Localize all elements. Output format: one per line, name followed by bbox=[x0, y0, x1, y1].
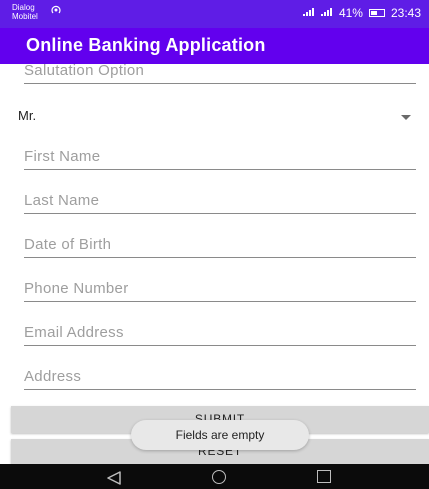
date-of-birth-input[interactable]: Date of Birth bbox=[24, 222, 416, 258]
salutation-value: Mr. bbox=[18, 108, 37, 123]
address-placeholder: Address bbox=[24, 368, 82, 385]
status-right: 41% 23:43 bbox=[302, 6, 421, 20]
signal-icon bbox=[320, 7, 335, 19]
signal-icon bbox=[302, 7, 317, 19]
salutation-option-label: Salutation Option bbox=[24, 62, 145, 79]
toast-message: Fields are empty bbox=[175, 428, 265, 442]
recent-apps-icon[interactable] bbox=[317, 470, 331, 483]
clock: 23:43 bbox=[390, 6, 421, 20]
carrier-line2: Mobitel bbox=[12, 12, 38, 21]
home-icon[interactable] bbox=[212, 470, 226, 484]
back-icon[interactable] bbox=[106, 470, 122, 485]
address-input[interactable]: Address bbox=[24, 354, 416, 390]
salutation-spinner[interactable]: Mr. bbox=[0, 100, 429, 130]
toast: Fields are empty bbox=[131, 420, 309, 450]
navigation-bar bbox=[0, 464, 429, 489]
battery-icon bbox=[368, 9, 385, 17]
email-address-input[interactable]: Email Address bbox=[24, 310, 416, 346]
carrier-label: Dialog Mobitel bbox=[12, 3, 38, 21]
email-address-placeholder: Email Address bbox=[24, 324, 124, 341]
first-name-input[interactable]: First Name bbox=[24, 134, 416, 170]
hotspot-icon bbox=[50, 4, 62, 19]
salutation-option-field: Salutation Option bbox=[24, 48, 416, 84]
last-name-input[interactable]: Last Name bbox=[24, 178, 416, 214]
battery-percent: 41% bbox=[338, 6, 363, 20]
first-name-placeholder: First Name bbox=[24, 148, 101, 165]
phone-number-placeholder: Phone Number bbox=[24, 280, 129, 297]
dropdown-arrow-icon[interactable] bbox=[401, 115, 411, 120]
date-of-birth-placeholder: Date of Birth bbox=[24, 236, 112, 253]
phone-number-input[interactable]: Phone Number bbox=[24, 266, 416, 302]
last-name-placeholder: Last Name bbox=[24, 192, 100, 209]
carrier-line1: Dialog bbox=[12, 3, 35, 12]
status-bar: Dialog Mobitel 41% 23:43 bbox=[0, 0, 429, 28]
